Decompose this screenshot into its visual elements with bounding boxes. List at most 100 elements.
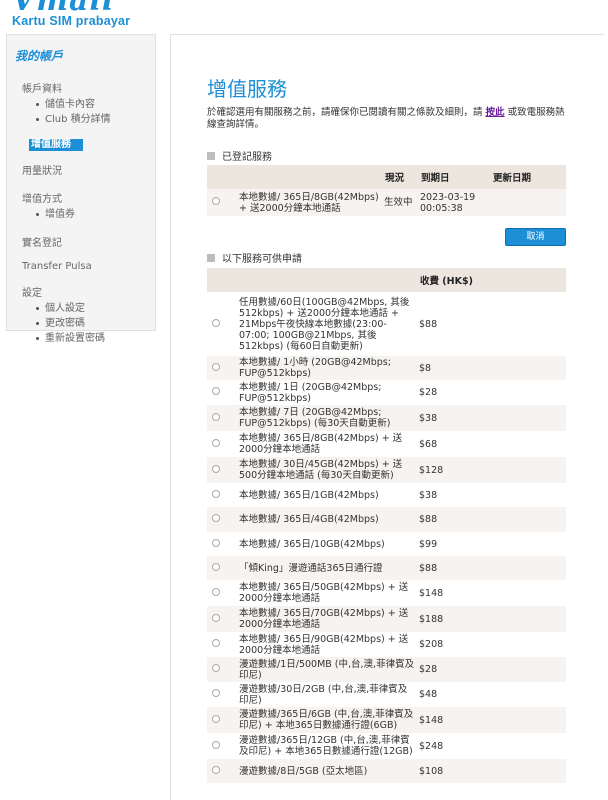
table-row[interactable]: 漫遊數據/8日/5GB (亞太地區) $108 bbox=[207, 759, 566, 783]
registered-heading: 已登記服務 bbox=[207, 148, 272, 163]
select-cell bbox=[207, 606, 237, 632]
radio-button[interactable] bbox=[212, 664, 220, 672]
terms-link[interactable]: 按此 bbox=[486, 107, 505, 118]
registered-header-row: 現況 到期日 更新日期 bbox=[207, 165, 566, 189]
radio-button[interactable] bbox=[212, 438, 220, 447]
select-cell bbox=[207, 189, 237, 216]
service-fee: $248 bbox=[417, 733, 566, 759]
service-name: 任用數據/60日(100GB@42Mbps, 其後512kbps) + 送200… bbox=[237, 292, 417, 356]
table-row[interactable]: 本地數據/ 1日 (20GB@42Mbps; FUP@512kbps) $28 bbox=[207, 380, 566, 405]
available-header-row: 收費 (HK$) bbox=[207, 268, 566, 292]
col-name bbox=[237, 268, 417, 292]
intro-text: 於確認選用有關服務之前，請確保你已閱讀有關之條款及細則，請 按此 或致電服務熱線… bbox=[207, 107, 567, 131]
table-row[interactable]: 漫遊數據/365日/12GB (中,台,澳,菲律賓及印尼) + 本地365日數據… bbox=[207, 733, 566, 759]
main-panel: 增值服務 於確認選用有關服務之前，請確保你已閱讀有關之條款及細則，請 按此 或致… bbox=[170, 34, 604, 800]
service-name: 本地數據/ 1日 (20GB@42Mbps; FUP@512kbps) bbox=[237, 380, 417, 405]
radio-button[interactable] bbox=[212, 765, 220, 774]
service-fee: $128 bbox=[417, 457, 566, 483]
table-row[interactable]: 本地數據/ 1小時 (20GB@42Mbps; FUP@512kbps) $8 bbox=[207, 356, 566, 380]
col-name bbox=[237, 165, 382, 189]
select-cell bbox=[207, 682, 237, 707]
sidebar-item-voucher[interactable]: 增值券 bbox=[36, 207, 147, 222]
brand-logo[interactable]: Vmail Kartu SIM prabayar bbox=[12, 0, 142, 28]
service-name: 「傾King」漫遊通話365日通行證 bbox=[237, 556, 417, 580]
service-name: 本地數據/ 365日/1GB(42Mbps) bbox=[237, 483, 417, 507]
available-heading-text: 以下服務可供申請 bbox=[222, 254, 302, 265]
col-renew: 更新日期 bbox=[490, 165, 566, 189]
radio-button[interactable] bbox=[212, 387, 220, 395]
sidebar-item-stored-value[interactable]: 儲值卡內容 bbox=[36, 97, 147, 112]
table-row[interactable]: 「傾King」漫遊通話365日通行證 $88 bbox=[207, 556, 566, 580]
sidebar-item-transfer-pulsa[interactable]: Transfer Pulsa bbox=[22, 261, 147, 272]
service-name: 本地數據/ 365日/4GB(42Mbps) bbox=[237, 507, 417, 532]
sidebar-item-topup-method[interactable]: 增值方式 bbox=[22, 190, 147, 205]
service-renew bbox=[490, 189, 566, 216]
sidebar-item-personal-settings[interactable]: 個人設定 bbox=[36, 301, 147, 316]
sidebar-item-settings[interactable]: 設定 bbox=[22, 284, 147, 299]
cancel-button[interactable]: 取消 bbox=[505, 228, 566, 246]
sidebar-item-account-info[interactable]: 帳戶資料 bbox=[22, 80, 147, 95]
radio-button[interactable] bbox=[212, 714, 220, 723]
radio-button[interactable] bbox=[212, 514, 220, 522]
intro-before: 於確認選用有關服務之前，請確保你已閱讀有關之條款及細則，請 bbox=[207, 107, 483, 118]
sidebar-item-reset-password[interactable]: 重新設置密碼 bbox=[36, 331, 147, 346]
table-row[interactable]: 本地數據/ 365日/8GB(42Mbps) + 送2000分鐘本地通話 生效中… bbox=[207, 189, 566, 216]
sidebar-title: 我的帳戶 bbox=[15, 49, 64, 63]
service-name: 本地數據/ 365日/50GB(42Mbps) + 送2000分鐘本地通話 bbox=[237, 580, 417, 606]
col-fee: 收費 (HK$) bbox=[417, 268, 566, 292]
table-row[interactable]: 漫遊數據/1日/500MB (中,台,澳,菲律賓及印尼) $28 bbox=[207, 657, 566, 682]
radio-button[interactable] bbox=[212, 489, 220, 498]
service-name: 漫遊數據/30日/2GB (中,台,澳,菲律賓及印尼) bbox=[237, 682, 417, 707]
radio-button[interactable] bbox=[212, 740, 220, 749]
radio-button[interactable] bbox=[212, 318, 220, 327]
sidebar-item-club-points[interactable]: Club 積分詳情 bbox=[36, 112, 147, 127]
service-name: 漫遊數據/8日/5GB (亞太地區) bbox=[237, 759, 417, 783]
radio-button[interactable] bbox=[212, 689, 220, 697]
radio-button[interactable] bbox=[212, 639, 220, 647]
radio-button[interactable] bbox=[212, 613, 220, 622]
select-cell bbox=[207, 483, 237, 507]
select-cell bbox=[207, 292, 237, 356]
table-row[interactable]: 本地數據/ 365日/10GB(42Mbps) $99 bbox=[207, 532, 566, 556]
table-row[interactable]: 本地數據/ 365日/8GB(42Mbps) + 送2000分鐘本地通話 $68 bbox=[207, 431, 566, 457]
service-fee: $208 bbox=[417, 632, 566, 657]
available-rows: 任用數據/60日(100GB@42Mbps, 其後512kbps) + 送200… bbox=[207, 292, 566, 783]
table-row[interactable]: 本地數據/ 365日/70GB(42Mbps) + 送2000分鐘本地通話 $18… bbox=[207, 606, 566, 632]
sidebar-item-change-password[interactable]: 更改密碼 bbox=[36, 316, 147, 331]
table-row[interactable]: 本地數據/ 365日/1GB(42Mbps) $38 bbox=[207, 483, 566, 507]
select-cell bbox=[207, 405, 237, 431]
select-cell bbox=[207, 657, 237, 682]
service-fee: $38 bbox=[417, 483, 566, 507]
sidebar-item-value-added-services[interactable]: 增值服務 bbox=[29, 139, 83, 151]
table-row[interactable]: 任用數據/60日(100GB@42Mbps, 其後512kbps) + 送200… bbox=[207, 292, 566, 356]
radio-button[interactable] bbox=[212, 562, 220, 571]
radio-button[interactable] bbox=[212, 587, 220, 596]
radio-button[interactable] bbox=[212, 362, 220, 371]
table-row[interactable]: 本地數據/ 365日/50GB(42Mbps) + 送2000分鐘本地通話 $14… bbox=[207, 580, 566, 606]
service-name: 漫遊數據/365日/6GB (中,台,澳,菲律賓及印尼) + 本地365日數據通… bbox=[237, 707, 417, 733]
radio-button[interactable] bbox=[212, 197, 220, 205]
service-fee: $48 bbox=[417, 682, 566, 707]
service-name: 本地數據/ 7日 (20GB@42Mbps; FUP@512kbps) (每30… bbox=[237, 405, 417, 431]
select-cell bbox=[207, 532, 237, 556]
radio-button[interactable] bbox=[212, 412, 220, 421]
service-fee: $88 bbox=[417, 556, 566, 580]
table-row[interactable]: 本地數據/ 7日 (20GB@42Mbps; FUP@512kbps) (每30… bbox=[207, 405, 566, 431]
table-row[interactable]: 本地數據/ 365日/4GB(42Mbps) $88 bbox=[207, 507, 566, 532]
available-table: 收費 (HK$) 任用數據/60日(100GB@42Mbps, 其後512kbp… bbox=[207, 268, 566, 783]
service-name: 本地數據/ 1小時 (20GB@42Mbps; FUP@512kbps) bbox=[237, 356, 417, 380]
radio-button[interactable] bbox=[212, 464, 220, 473]
radio-button[interactable] bbox=[212, 538, 220, 547]
sidebar-item-realname[interactable]: 實名登記 bbox=[22, 234, 147, 249]
table-row[interactable]: 漫遊數據/30日/2GB (中,台,澳,菲律賓及印尼) $48 bbox=[207, 682, 566, 707]
select-cell bbox=[207, 507, 237, 532]
select-cell bbox=[207, 707, 237, 733]
table-row[interactable]: 本地數據/ 365日/90GB(42Mbps) + 送2000分鐘本地通話 $20… bbox=[207, 632, 566, 657]
sidebar-item-usage[interactable]: 用量狀況 bbox=[22, 162, 147, 177]
service-fee: $148 bbox=[417, 580, 566, 606]
table-row[interactable]: 漫遊數據/365日/6GB (中,台,澳,菲律賓及印尼) + 本地365日數據通… bbox=[207, 707, 566, 733]
service-fee: $88 bbox=[417, 292, 566, 356]
table-row[interactable]: 本地數據/ 30日/45GB(42Mbps) + 送500分鐘本地通話 (每30… bbox=[207, 457, 566, 483]
select-cell bbox=[207, 431, 237, 457]
sidebar: 我的帳戶 帳戶資料 儲值卡內容 Club 積分詳情 增值服務 用量狀況 增值方式… bbox=[6, 34, 156, 344]
